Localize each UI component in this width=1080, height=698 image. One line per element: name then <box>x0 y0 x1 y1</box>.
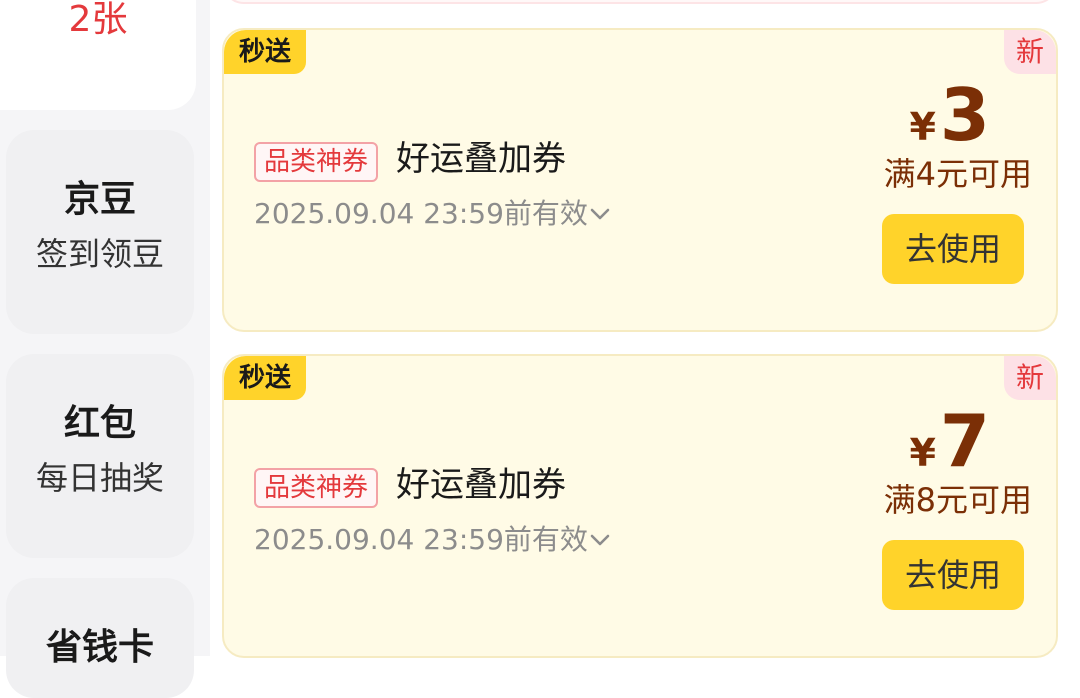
sidebar-item-jingdou[interactable]: 京豆 签到领豆 <box>6 130 194 334</box>
coupon-count: 2张 <box>68 0 128 40</box>
use-button[interactable]: 去使用 <box>882 540 1024 610</box>
currency-symbol: ¥ <box>909 431 936 475</box>
sidebar-item-subtitle: 每日抽奖 <box>35 459 164 497</box>
category-tag: 品类神券 <box>254 468 379 508</box>
amount-value: 7 <box>939 399 990 483</box>
new-badge: 新 <box>1004 356 1056 400</box>
coupon-amount: ¥7 <box>909 400 990 482</box>
miaosong-badge: 秒送 <box>224 356 306 400</box>
usage-condition: 满4元可用 <box>883 155 1032 193</box>
sidebar-item-title: 京豆 <box>63 179 136 220</box>
sidebar-item-subtitle: 签到领豆 <box>35 235 164 273</box>
coupon-amount: ¥3 <box>909 74 990 156</box>
amount-value: 3 <box>939 73 990 157</box>
sidebar-item-title: 省钱卡 <box>45 627 154 668</box>
previous-coupon-edge <box>222 0 1058 4</box>
sidebar-item-title: 红包 <box>63 403 136 444</box>
miaosong-badge: 秒送 <box>224 30 306 74</box>
coupon-name: 好运叠加券 <box>396 139 566 179</box>
chevron-down-icon[interactable] <box>588 202 612 226</box>
chevron-down-icon[interactable] <box>588 528 612 552</box>
use-button[interactable]: 去使用 <box>882 214 1024 284</box>
coupon-name: 好运叠加券 <box>396 465 566 505</box>
sidebar-item-shengqianka[interactable]: 省钱卡 <box>6 578 194 698</box>
sidebar-item-active[interactable]: 2张 <box>0 0 196 110</box>
expiry-text: 2025.09.04 23:59前有效 <box>254 197 588 230</box>
coupon-card: 秒送 新 品类神券 好运叠加券 2025.09.04 23:59前有效 ¥3 满… <box>222 28 1058 332</box>
new-badge: 新 <box>1004 30 1056 74</box>
usage-condition: 满8元可用 <box>883 481 1032 519</box>
expiry-text: 2025.09.04 23:59前有效 <box>254 523 588 556</box>
sidebar: 2张 京豆 签到领豆 红包 每日抽奖 省钱卡 <box>0 0 210 698</box>
category-tag: 品类神券 <box>254 142 379 182</box>
coupon-card: 秒送 新 品类神券 好运叠加券 2025.09.04 23:59前有效 ¥7 满… <box>222 354 1058 658</box>
currency-symbol: ¥ <box>909 105 936 149</box>
sidebar-item-hongbao[interactable]: 红包 每日抽奖 <box>6 354 194 558</box>
